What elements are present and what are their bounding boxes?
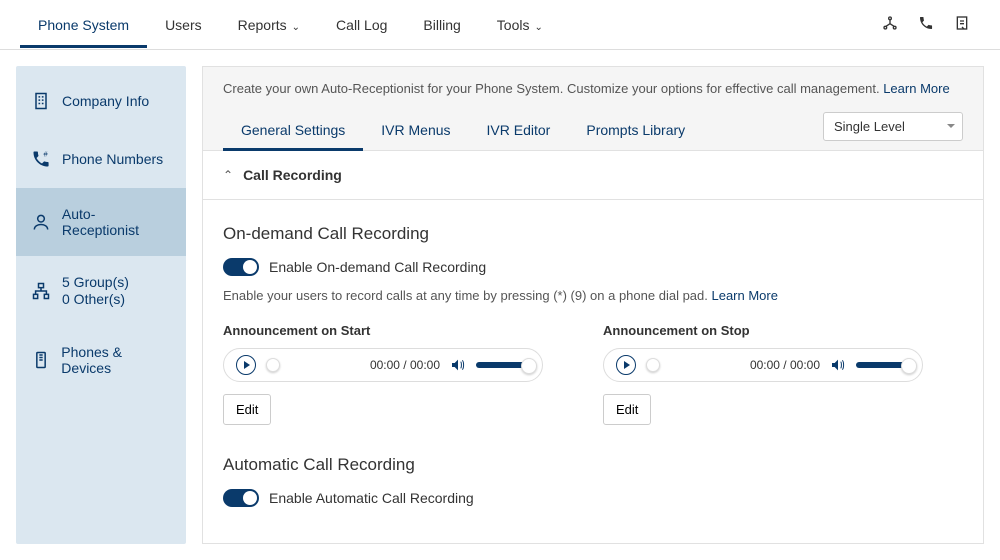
sidebar: Company Info # Phone Numbers Auto-Recept… [16,66,186,544]
learn-more-link[interactable]: Learn More [711,288,777,303]
banner-description: Create your own Auto-Receptionist for yo… [223,81,963,96]
sidebar-item-auto-receptionist[interactable]: Auto-Receptionist [16,188,186,256]
person-icon [30,211,52,233]
nav-reports[interactable]: Reports ⌄ [220,3,318,47]
nav-users[interactable]: Users [147,3,220,47]
seek-knob[interactable] [266,358,280,372]
level-select-input[interactable]: Single Level [823,112,963,141]
audio-player-start: 00:00 / 00:00 [223,348,543,382]
sidebar-groups-label: 5 Group(s) 0 Other(s) [62,274,129,308]
nav-tools[interactable]: Tools ⌄ [479,3,561,47]
on-demand-title: On-demand Call Recording [223,224,963,244]
announcement-start-label: Announcement on Start [223,323,543,338]
volume-slider[interactable] [476,362,530,368]
play-button[interactable] [236,355,256,375]
announcement-stop-label: Announcement on Stop [603,323,923,338]
building-icon [30,90,52,112]
hierarchy-icon [30,280,52,302]
device-icon [30,349,51,371]
automatic-toggle[interactable] [223,489,259,507]
automatic-toggle-label: Enable Automatic Call Recording [269,490,474,506]
hint-text: Enable your users to record calls at any… [223,288,711,303]
section-header-call-recording[interactable]: ⌃ Call Recording [203,151,983,200]
announcement-stop: Announcement on Stop 00:00 / 00:00 Edit [603,323,923,425]
edit-button-stop[interactable]: Edit [603,394,651,425]
tab-general-settings[interactable]: General Settings [223,110,363,150]
log-icon[interactable] [944,5,980,44]
tab-ivr-editor[interactable]: IVR Editor [469,110,569,150]
edit-button-start[interactable]: Edit [223,394,271,425]
nav-reports-label: Reports [238,17,287,33]
on-demand-toggle-label: Enable On-demand Call Recording [269,259,486,275]
sub-tabs: General Settings IVR Menus IVR Editor Pr… [223,110,703,150]
automatic-title: Automatic Call Recording [223,455,963,475]
phone-icon[interactable] [908,5,944,44]
chevron-down-icon: ⌄ [534,22,542,33]
sidebar-item-company-info[interactable]: Company Info [16,72,186,130]
phone-hash-icon: # [30,148,52,170]
sidebar-label: Phones & Devices [61,344,172,376]
nav-call-log[interactable]: Call Log [318,3,405,47]
nav-phone-system[interactable]: Phone System [20,3,147,47]
svg-text:#: # [44,150,49,159]
chevron-up-icon: ⌃ [223,168,233,182]
play-button[interactable] [616,355,636,375]
top-nav: Phone System Users Reports ⌄ Call Log Bil… [0,0,1000,50]
time-display: 00:00 / 00:00 [370,358,440,372]
time-display: 00:00 / 00:00 [750,358,820,372]
volume-slider[interactable] [856,362,910,368]
sidebar-item-groups[interactable]: 5 Group(s) 0 Other(s) [16,256,186,326]
banner-text: Create your own Auto-Receptionist for yo… [223,81,883,96]
tab-prompts-library[interactable]: Prompts Library [568,110,703,150]
sidebar-label: Phone Numbers [62,151,163,167]
sidebar-item-phones-devices[interactable]: Phones & Devices [16,326,186,394]
on-demand-toggle[interactable] [223,258,259,276]
volume-icon[interactable] [830,357,846,373]
section-title: Call Recording [243,167,342,183]
chevron-down-icon: ⌄ [292,22,300,33]
nav-billing[interactable]: Billing [405,3,478,47]
tab-ivr-menus[interactable]: IVR Menus [363,110,468,150]
volume-icon[interactable] [450,357,466,373]
audio-player-stop: 00:00 / 00:00 [603,348,923,382]
nav-tools-label: Tools [497,17,530,33]
on-demand-hint: Enable your users to record calls at any… [223,288,963,303]
sidebar-label: Auto-Receptionist [62,206,172,238]
learn-more-link[interactable]: Learn More [883,81,949,96]
main-panel: Create your own Auto-Receptionist for yo… [202,66,984,544]
level-select[interactable]: Single Level [823,112,963,141]
network-icon[interactable] [872,5,908,44]
seek-knob[interactable] [646,358,660,372]
sidebar-label: Company Info [62,93,149,109]
banner: Create your own Auto-Receptionist for yo… [203,67,983,151]
groups-line1: 5 Group(s) [62,274,129,291]
sidebar-item-phone-numbers[interactable]: # Phone Numbers [16,130,186,188]
groups-line2: 0 Other(s) [62,291,129,308]
announcement-start: Announcement on Start 00:00 / 00:00 Edit [223,323,543,425]
